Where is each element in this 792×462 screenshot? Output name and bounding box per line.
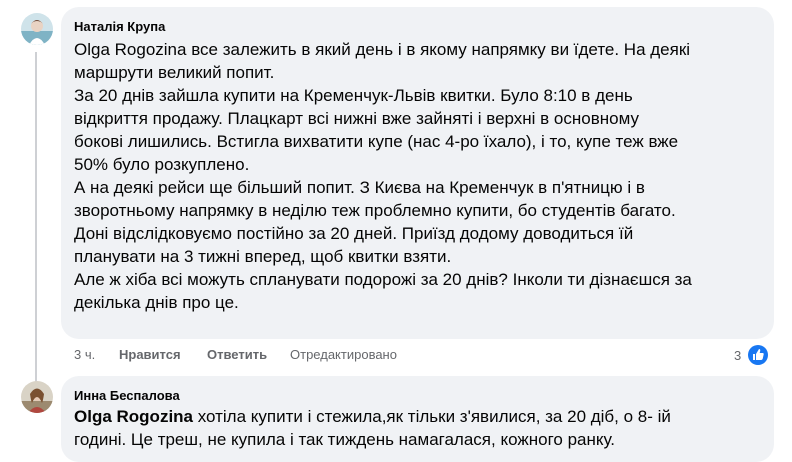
like-button[interactable]: Нравится	[119, 347, 181, 362]
comment-text: Olga Rogozina все залежить в який день і…	[74, 38, 774, 314]
comment-line: 50% було розкуплено.	[74, 155, 250, 174]
avatar-image-icon	[21, 13, 53, 45]
comment-author[interactable]: Инна Беспалова	[74, 388, 180, 403]
comment-line: А на деякі рейси ще більший попит. З Киє…	[74, 178, 645, 197]
reply-button[interactable]: Ответить	[207, 347, 267, 362]
comment-actions: 3 ч. Нравится Ответить Отредактировано	[74, 347, 474, 365]
comment-line: бокові лишились. Встигла вихватити купе …	[74, 132, 679, 151]
comment-line: Olga Rogozina все залежить в який день і…	[74, 40, 691, 59]
thread-line	[35, 52, 37, 387]
comment-line: планувати на 3 тижні вперед, щоб квитки …	[74, 247, 452, 266]
comment-line: Доні відслідковуємо постійно за 20 дней.…	[74, 224, 634, 243]
comment-line: Але ж хіба всі можуть спланувати подорож…	[74, 270, 692, 289]
edited-label: Отредактировано	[290, 347, 397, 362]
comment-line: зворотньому напрямку в неділю теж пробле…	[74, 201, 676, 220]
comment-line: За 20 днів зайшла купити на Кременчук-Ль…	[74, 86, 633, 105]
mention-link[interactable]: Olga Rogozina	[74, 407, 193, 426]
comment-line: годині. Це треш, не купила і так тиждень…	[74, 430, 616, 449]
avatar-image-icon	[21, 381, 53, 413]
comment-line: Olga Rogozina хотіла купити і стежила,як…	[74, 407, 671, 426]
comment-line: маршрути великий попит.	[74, 63, 275, 82]
comment-line: відкриття продажу. Плацкарт всі нижні вж…	[74, 109, 639, 128]
avatar[interactable]	[21, 381, 53, 413]
timestamp[interactable]: 3 ч.	[74, 347, 95, 362]
avatar[interactable]	[21, 13, 53, 45]
comment-line: декілька днів про це.	[74, 293, 239, 312]
comment-author[interactable]: Наталія Крупа	[74, 19, 165, 34]
mention-link[interactable]: Olga Rogozina	[74, 40, 186, 59]
reaction-count[interactable]: 3	[734, 348, 741, 363]
like-reaction-icon[interactable]	[748, 345, 768, 365]
comment-text: Olga Rogozina хотіла купити і стежила,як…	[74, 405, 774, 451]
